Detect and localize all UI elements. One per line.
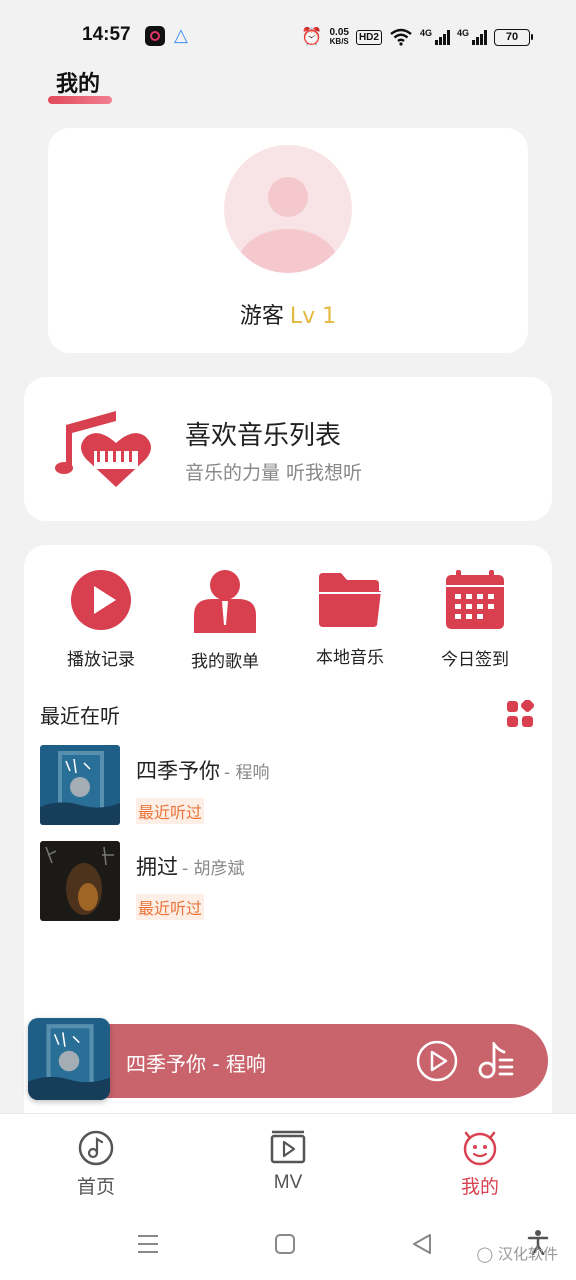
signal-2-icon: 4G [457, 29, 487, 45]
song-title-line: 四季予你 - 程响 [136, 755, 270, 785]
speed-value: 0.05 [329, 27, 349, 38]
folder-icon [319, 573, 381, 627]
calendar-icon [446, 570, 504, 629]
network-speed: 0.05 KB/S [329, 27, 349, 47]
wechat-icon: ◯ [476, 1245, 494, 1263]
music-heart-piano-icon [55, 411, 151, 487]
mini-player-cover [28, 1018, 110, 1100]
nav-label: MV [273, 1172, 303, 1193]
recent-section-title: 最近在听 [40, 704, 120, 728]
wifi-icon [390, 28, 412, 46]
shortcut-local-music[interactable]: 本地音乐 [300, 569, 400, 668]
title-underline [48, 96, 112, 104]
hd-voice-icon: HD2 [355, 29, 382, 45]
nav-mv[interactable]: MV [233, 1130, 343, 1194]
play-circle-icon [71, 570, 131, 630]
shortcut-label: 我的歌单 [191, 652, 259, 672]
shortcut-play-history[interactable]: 播放记录 [51, 569, 151, 670]
bottom-nav: 首页 MV 我的 [0, 1113, 576, 1213]
watermark-text: 汉化软件 [497, 1245, 558, 1263]
shortcut-label: 今日签到 [441, 650, 509, 670]
song-row[interactable]: 拥过 - 胡彦斌 最近听过 [40, 841, 520, 921]
song-title: 四季予你 [136, 759, 220, 783]
battery-icon: 70 [494, 28, 533, 46]
mini-player[interactable]: 四季予你 - 程响 [28, 1018, 548, 1100]
status-time: 14:57 [82, 24, 131, 45]
shortcut-label: 本地音乐 [316, 648, 384, 668]
camera-app-icon [145, 26, 165, 46]
page-title: 我的 [56, 72, 101, 97]
watermark: ◯ 汉化软件 [476, 1243, 558, 1264]
net-type-1: 4G [419, 28, 432, 38]
favorites-card[interactable]: 喜欢音乐列表 音乐的力量 听我想听 [24, 377, 552, 521]
nav-mine[interactable]: 我的 [425, 1130, 535, 1199]
grid-view-icon[interactable] [506, 700, 534, 728]
nav-home[interactable]: 首页 [41, 1130, 151, 1199]
home-square-icon[interactable] [274, 1233, 296, 1255]
username: 游客 [239, 304, 284, 329]
song-artist: - 程响 [224, 763, 270, 783]
song-row[interactable]: 四季予你 - 程响 最近听过 [40, 745, 520, 825]
menu-icon[interactable] [137, 1233, 159, 1255]
favorites-subtitle: 音乐的力量 听我想听 [185, 462, 363, 484]
shortcut-my-playlist[interactable]: 我的歌单 [175, 569, 275, 672]
avatar[interactable] [224, 145, 352, 273]
song-title-line: 拥过 - 胡彦斌 [136, 851, 245, 881]
alarm-icon: ⏰ [301, 27, 323, 46]
username-line: 游客 Lv 1 [48, 298, 528, 330]
signal-1-icon: 4G [420, 29, 450, 45]
nav-label: 我的 [460, 1176, 499, 1198]
shortcut-label: 播放记录 [67, 650, 135, 670]
qq-penguin-icon: △ [174, 25, 188, 46]
video-play-icon [270, 1130, 306, 1164]
recent-tag: 最近听过 [136, 894, 205, 920]
playlist-icon[interactable] [478, 1042, 514, 1080]
favorites-title: 喜欢音乐列表 [185, 421, 342, 451]
system-nav-bar: ◯ 汉化软件 [0, 1213, 576, 1280]
user-icon [194, 570, 256, 633]
status-bar: 14:57 △ ⏰ 0.05 KB/S HD2 4G 4G 70 [0, 0, 576, 70]
album-cover [40, 745, 120, 825]
back-triangle-icon[interactable] [411, 1233, 433, 1255]
song-title: 拥过 [136, 855, 178, 879]
music-disc-icon [78, 1130, 114, 1166]
user-level: Lv 1 [289, 304, 337, 329]
album-cover [40, 841, 120, 921]
shortcut-daily-checkin[interactable]: 今日签到 [425, 569, 525, 670]
speed-unit: KB/S [329, 37, 349, 46]
nav-label: 首页 [76, 1176, 115, 1198]
net-type-2: 4G [456, 28, 469, 38]
play-button[interactable] [416, 1040, 458, 1082]
song-artist: - 胡彦斌 [182, 859, 245, 879]
profile-card[interactable]: 游客 Lv 1 [48, 128, 528, 353]
avatar-body [238, 229, 338, 273]
smiley-face-icon [463, 1131, 497, 1166]
recent-tag: 最近听过 [136, 798, 205, 824]
now-playing-title: 四季予你 - 程响 [126, 1052, 266, 1076]
avatar-head [268, 177, 308, 217]
